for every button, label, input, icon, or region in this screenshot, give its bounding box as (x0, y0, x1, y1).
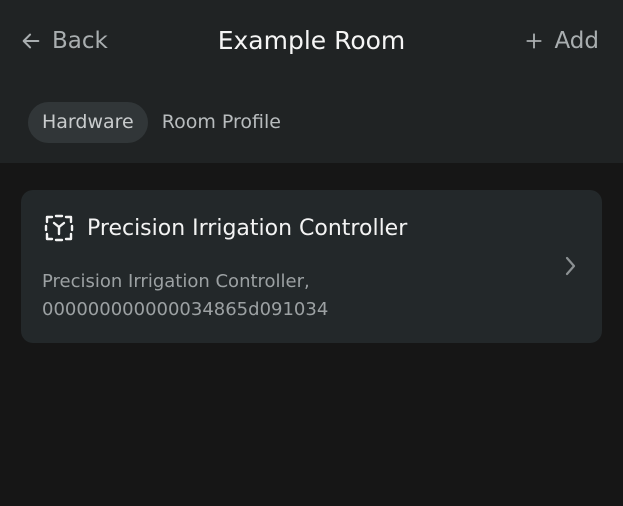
back-button[interactable]: Back (20, 24, 108, 58)
plus-icon (526, 33, 543, 49)
device-type: Precision Irrigation Controller, (42, 271, 310, 292)
device-card-header: Precision Irrigation Controller (43, 212, 407, 244)
tab-room-profile[interactable]: Room Profile (148, 102, 295, 143)
arrow-left-icon (22, 33, 40, 49)
device-scan-icon (44, 214, 74, 242)
device-card[interactable]: Precision Irrigation Controller Precisio… (21, 190, 602, 343)
add-label: Add (554, 28, 599, 54)
device-name: Precision Irrigation Controller (87, 215, 408, 241)
device-id: 000000000000034865d091034 (42, 299, 329, 320)
tab-bar: Hardware Room Profile (28, 102, 295, 143)
back-label: Back (52, 28, 108, 54)
top-nav: Back Example Room Add (0, 0, 623, 82)
tab-hardware[interactable]: Hardware (28, 102, 148, 143)
add-button[interactable]: Add (524, 24, 599, 58)
chevron-right-icon (565, 256, 576, 276)
header: Back Example Room Add Hardware Room Prof… (0, 0, 623, 163)
device-subtitle: Precision Irrigation Controller, 0000000… (42, 268, 512, 324)
